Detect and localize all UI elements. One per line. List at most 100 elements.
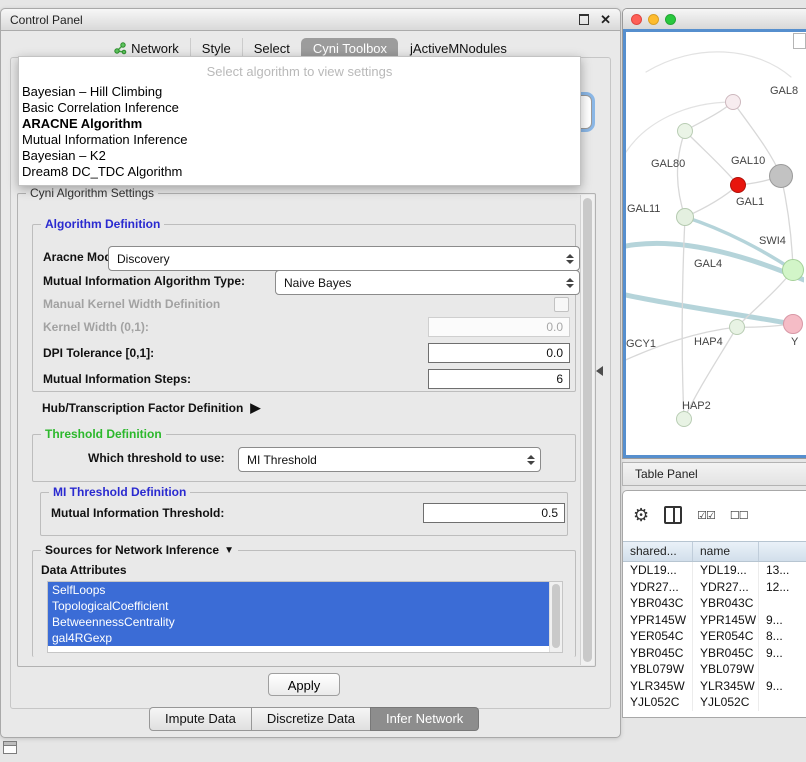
dpi-tolerance-field[interactable] (428, 343, 570, 363)
column-header-name[interactable]: name (693, 542, 759, 561)
tab-cyni-toolbox[interactable]: Cyni Toolbox (301, 38, 398, 58)
algorithm-dropdown-list: Bayesian – Hill ClimbingBasic Correlatio… (19, 84, 580, 180)
network-node[interactable] (783, 314, 803, 334)
table-cell: YPR145W (623, 612, 693, 629)
algorithm-option[interactable]: ARACNE Algorithm (19, 116, 580, 132)
tab-discretize-data[interactable]: Discretize Data (251, 707, 371, 731)
list-scrollbar[interactable] (549, 582, 562, 652)
algorithm-definition-group: Algorithm Definition Aracne Mode: Discov… (32, 224, 576, 392)
network-node[interactable] (730, 177, 746, 193)
algorithm-option[interactable]: Basic Correlation Inference (19, 100, 580, 116)
node-label: SWI4 (759, 235, 786, 247)
algorithm-dropdown: Select algorithm to view settings Bayesi… (18, 56, 581, 186)
control-panel-tabs: Network Style Select Cyni Toolbox jActiv… (1, 38, 620, 58)
data-attribute-item[interactable]: TopologicalCoefficient (48, 598, 550, 614)
hub-tf-definition-toggle[interactable]: Hub/Transcription Factor Definition ▶ (42, 400, 260, 416)
mi-threshold-definition-group: MI Threshold Definition Mutual Informati… (40, 492, 568, 536)
traffic-minimize-icon[interactable] (648, 14, 659, 25)
tab-style[interactable]: Style (190, 38, 242, 58)
mi-steps-field[interactable] (428, 369, 570, 389)
table-row[interactable]: YLR345WYLR345W9... (623, 678, 806, 695)
gear-icon[interactable]: ⚙ (633, 506, 649, 524)
table-cell: YDR27... (623, 579, 693, 596)
panel-collapse-arrow-icon[interactable] (596, 366, 603, 376)
which-threshold-select[interactable]: MI Threshold (238, 447, 541, 472)
mi-type-value: Naive Bayes (284, 276, 351, 290)
tab-label: Network (131, 41, 179, 56)
list-scrollbar-thumb[interactable] (552, 584, 560, 648)
table-row[interactable]: YPR145WYPR145W9... (623, 612, 806, 629)
checked-boxes-icon[interactable]: ☑☑ (697, 509, 715, 522)
algorithm-option[interactable]: Dream8 DC_TDC Algorithm (19, 164, 580, 180)
tab-label: Style (202, 41, 231, 56)
table-row[interactable]: YER054CYER054C8... (623, 628, 806, 645)
tab-select[interactable]: Select (242, 38, 301, 58)
data-attribute-item[interactable]: SelfLoops (48, 582, 550, 598)
scrollbar-thumb[interactable] (583, 198, 592, 662)
manual-kernel-checkbox[interactable] (554, 297, 569, 312)
mi-threshold-label: Mutual Information Threshold: (51, 503, 224, 524)
settings-scrollbar[interactable] (580, 195, 594, 665)
network-window-titlebar[interactable] (623, 9, 806, 30)
table-row[interactable]: YJL052CYJL052C (623, 694, 806, 711)
close-icon[interactable]: ✕ (600, 13, 611, 26)
mi-type-select[interactable]: Naive Bayes (275, 270, 580, 295)
traffic-close-icon[interactable] (631, 14, 642, 25)
network-node[interactable] (729, 319, 745, 335)
data-attribute-item[interactable]: gal4RGexp (48, 630, 550, 646)
table-row[interactable]: YBR043CYBR043C (623, 595, 806, 612)
aracne-mode-select[interactable]: Discovery (108, 246, 580, 271)
table-cell: YBL079W (623, 661, 693, 678)
algorithm-option[interactable]: Mutual Information Inference (19, 132, 580, 148)
table-cell: YBR043C (623, 595, 693, 612)
table-cell: YBR043C (693, 595, 759, 612)
algorithm-option[interactable]: Bayesian – Hill Climbing (19, 84, 580, 100)
network-node[interactable] (676, 208, 694, 226)
threshold-definition-title: Threshold Definition (41, 427, 166, 441)
table-cell: 13... (759, 562, 806, 579)
traffic-zoom-icon[interactable] (665, 14, 676, 25)
tab-label: Cyni Toolbox (313, 41, 387, 56)
column-header-extra[interactable] (759, 542, 806, 561)
control-panel-titlebar[interactable]: Control Panel ✕ (1, 9, 620, 31)
tab-network[interactable]: Network (103, 38, 190, 58)
float-window-icon[interactable] (579, 14, 589, 25)
unchecked-boxes-icon[interactable]: ☐☐ (730, 509, 748, 522)
table-panel-window: ⚙ ☑☑ ☐☐ shared... name YDL19...YDL19...1… (622, 490, 806, 718)
threshold-definition-group: Threshold Definition Which threshold to … (32, 434, 576, 482)
network-node[interactable] (782, 259, 804, 281)
dpi-tolerance-label: DPI Tolerance [0,1]: (43, 343, 154, 363)
algorithm-option[interactable]: Bayesian – K2 (19, 148, 580, 164)
network-node[interactable] (677, 123, 693, 139)
cyni-algorithm-settings-group: Cyni Algorithm Settings Algorithm Defini… (17, 193, 596, 667)
table-row[interactable]: YBR045CYBR045C9... (623, 645, 806, 662)
column-header-shared[interactable]: shared... (623, 542, 693, 561)
table-panel-title: Table Panel (635, 467, 698, 481)
network-node[interactable] (769, 164, 793, 188)
mi-threshold-field[interactable] (423, 503, 565, 523)
data-attributes-listbox: SelfLoopsTopologicalCoefficientBetweenne… (47, 581, 563, 653)
table-row[interactable]: YDL19...YDL19...13... (623, 562, 806, 579)
data-attribute-item[interactable]: BetweennessCentrality (48, 614, 550, 630)
network-node[interactable] (725, 94, 741, 110)
apply-button[interactable]: Apply (268, 673, 340, 696)
minimized-panel-icon[interactable] (3, 741, 17, 754)
table-panel-header[interactable]: Table Panel (622, 462, 806, 486)
mi-type-label: Mutual Information Algorithm Type: (43, 270, 245, 292)
table-cell: YJL052C (623, 694, 693, 711)
table-row[interactable]: YBL079WYBL079W (623, 661, 806, 678)
network-node[interactable] (676, 411, 692, 427)
node-label: GAL8 (770, 85, 798, 97)
columns-icon[interactable] (664, 506, 682, 524)
sources-group-title-row[interactable]: Sources for Network Inference ▼ (41, 543, 238, 557)
tab-impute-data[interactable]: Impute Data (149, 707, 252, 731)
kernel-width-field[interactable] (428, 317, 570, 337)
network-canvas[interactable]: GAL8GAL80GAL10GAL11GAL1SWI4GAL4GCY1HAP4Y… (626, 32, 806, 455)
tab-jactivemnodules[interactable]: jActiveMNodules (398, 38, 518, 58)
network-tab-icon (114, 42, 127, 55)
table-cell: 8... (759, 628, 806, 645)
table-row[interactable]: YDR27...YDR27...12... (623, 579, 806, 596)
table-cell: YLR345W (623, 678, 693, 695)
canvas-scrollbar-corner[interactable] (793, 33, 806, 49)
tab-infer-network[interactable]: Infer Network (370, 707, 479, 731)
